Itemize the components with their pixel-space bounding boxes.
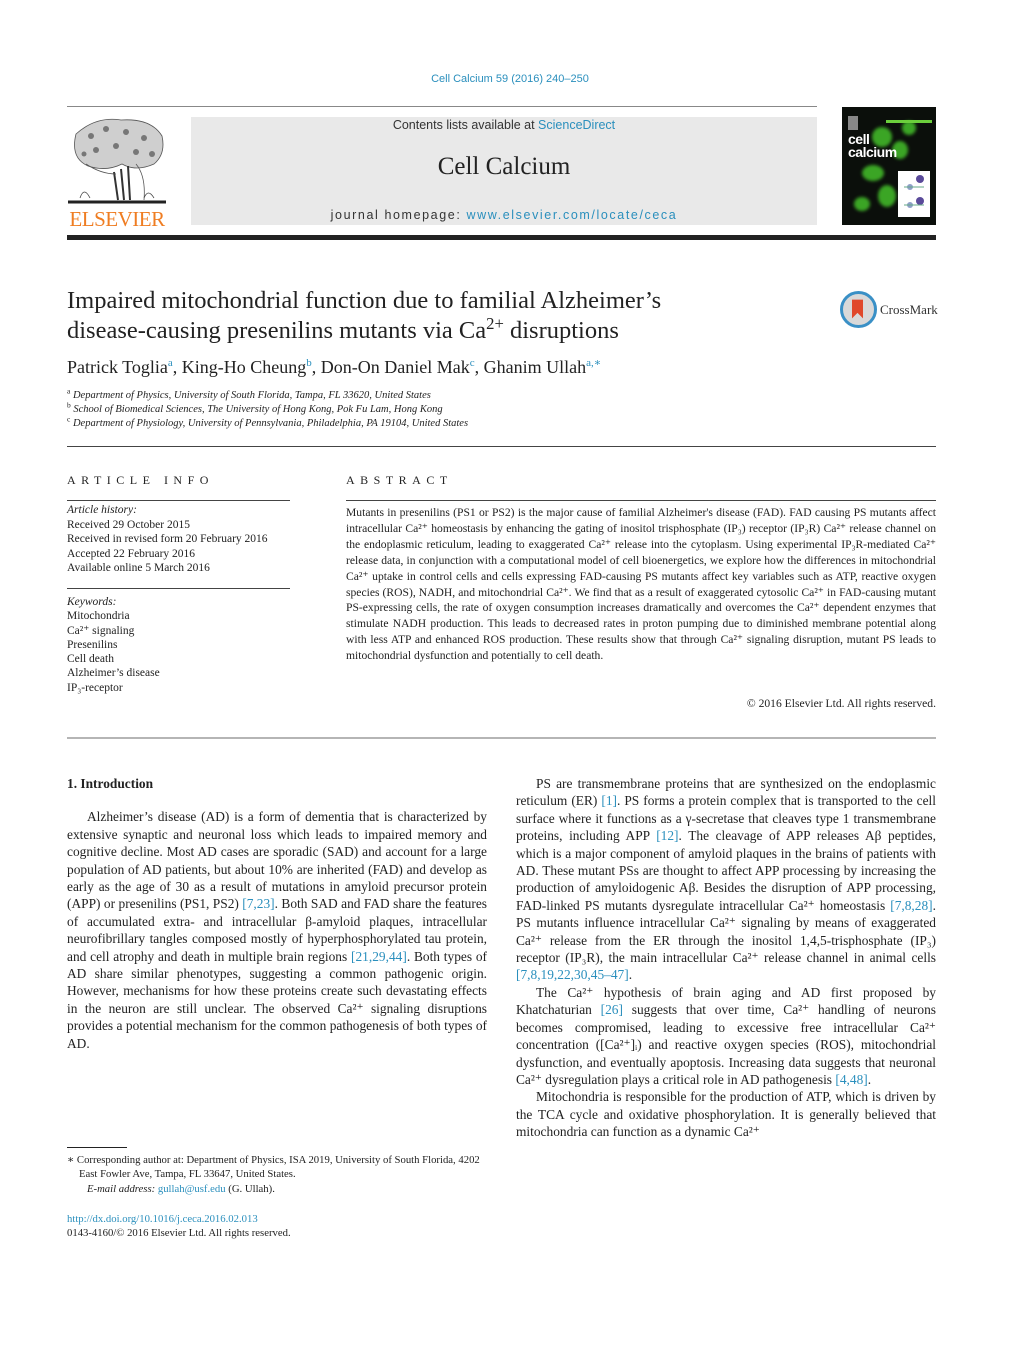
elsevier-logo[interactable]: ELSEVIER <box>66 114 168 231</box>
citation-link[interactable]: [4,48] <box>835 1072 867 1087</box>
journal-citation-link[interactable]: Cell Calcium 59 (2016) 240–250 <box>0 73 1020 85</box>
citation-link[interactable]: [26] <box>601 1002 623 1017</box>
cover-blob <box>862 165 884 181</box>
email-suffix: (G. Ullah). <box>225 1182 275 1195</box>
cover-blob <box>878 185 896 207</box>
article-history: Article history: Received 29 October 201… <box>67 503 268 576</box>
citation-link[interactable]: [21,29,44] <box>351 949 407 964</box>
text-run: . <box>628 967 633 983</box>
author-separator: , <box>474 357 484 377</box>
crossmark-label: CrossMark <box>880 302 938 317</box>
affiliation: c Department of Physiology, University o… <box>67 414 469 429</box>
body-column-left: 1. Introduction Alzheimer’s disease (AD)… <box>67 775 487 1052</box>
title-block-rule <box>67 446 936 447</box>
keyword: IP₃-receptor <box>67 681 123 694</box>
citation-link[interactable]: [12] <box>656 828 678 843</box>
text-run: Mitochondria is responsible for the prod… <box>516 1089 936 1140</box>
history-item: Received 29 October 2015 <box>67 518 190 531</box>
affiliations: a Department of Physics, University of S… <box>67 386 469 431</box>
email-link[interactable]: gullah@usf.edu <box>158 1183 226 1195</box>
homepage-line: journal homepage: www.elsevier.com/locat… <box>191 208 817 222</box>
title-line2-sup: 2+ <box>486 313 504 333</box>
corresponding-author-note: ∗ Corresponding author at: Department of… <box>67 1154 480 1181</box>
cover-title: cell calcium <box>848 132 897 160</box>
abstract-copyright: © 2016 Elsevier Ltd. All rights reserved… <box>746 697 936 710</box>
article-info-heading: ARTICLE INFO <box>67 473 214 487</box>
abstract-text: Mutants in presenilins (PS1 or PS2) is t… <box>346 506 936 663</box>
title-line1: Impaired mitochondrial function due to f… <box>67 287 662 314</box>
title-line2-post: disruptions <box>503 317 619 344</box>
author[interactable]: Don-On Daniel Makc <box>321 357 475 377</box>
email-line: E-mail address: gullah@usf.edu (G. Ullah… <box>67 1182 487 1196</box>
crossmark-badge[interactable]: CrossMark <box>840 291 940 329</box>
email-label: E-mail address: <box>87 1182 158 1195</box>
article-title: Impaired mitochondrial function due to f… <box>67 286 767 346</box>
author[interactable]: Ghanim Ullaha,∗ <box>484 357 602 377</box>
masthead-thick-rule <box>67 235 936 240</box>
title-line2-pre: disease-causing presenilins mutants via … <box>67 317 487 344</box>
cover-bar <box>886 120 932 123</box>
elsevier-tree-icon <box>68 118 166 204</box>
history-item: Available online 5 March 2016 <box>67 562 210 574</box>
body-paragraph: Alzheimer’s disease (AD) is a form of de… <box>67 808 487 1052</box>
contents-prefix: Contents lists available at <box>392 118 539 132</box>
author[interactable]: Patrick Togliaa <box>67 357 173 377</box>
body-paragraph: Mitochondria is responsible for the prod… <box>516 1088 936 1140</box>
author[interactable]: King-Ho Cheungb <box>182 357 312 377</box>
cover-publisher-logo <box>848 116 858 130</box>
abstract-bottom-rule <box>67 737 936 739</box>
header-rule <box>67 106 817 107</box>
text-run: . <box>867 1071 872 1087</box>
cover-title-line2: calcium <box>848 144 897 160</box>
corresponding-author-footnote: ∗ Corresponding author at: Department of… <box>67 1153 487 1196</box>
journal-cover-image[interactable]: cell calcium <box>842 107 936 225</box>
history-item: Received in revised form 20 February 201… <box>67 533 268 545</box>
cover-blob <box>854 197 870 211</box>
homepage-prefix: journal homepage: <box>330 208 467 222</box>
cover-blob <box>902 121 916 135</box>
body-column-right: PS are transmembrane proteins that are s… <box>516 775 936 1141</box>
keywords-rule <box>67 588 290 589</box>
keyword: Mitochondria <box>67 610 130 623</box>
doi-link[interactable]: http://dx.doi.org/10.1016/j.ceca.2016.02… <box>67 1212 291 1226</box>
author-separator: , <box>172 357 182 377</box>
journal-masthead: Contents lists available at ScienceDirec… <box>191 117 817 225</box>
article-info-rule <box>67 500 290 501</box>
body-paragraph: The Ca²⁺ hypothesis of brain aging and A… <box>516 984 936 1088</box>
keyword: Ca²⁺ signaling <box>67 624 135 637</box>
affiliation: a Department of Physics, University of S… <box>67 386 431 401</box>
abstract-rule <box>346 500 936 501</box>
keywords-label: Keywords: <box>67 596 117 608</box>
citation-link[interactable]: [7,8,19,22,30,45–47] <box>516 967 629 982</box>
keyword: Cell death <box>67 653 114 666</box>
citation-link[interactable]: [1] <box>601 793 617 808</box>
keyword: Alzheimer’s disease <box>67 667 160 680</box>
citation-link[interactable]: [7,23] <box>242 896 274 911</box>
keyword: Presenilins <box>67 638 118 651</box>
abstract-heading: ABSTRACT <box>346 473 453 487</box>
contents-line: Contents lists available at ScienceDirec… <box>191 118 817 132</box>
body-paragraph: PS are transmembrane proteins that are s… <box>516 775 936 984</box>
crossmark-ribbon-icon <box>852 299 863 319</box>
doi-block: http://dx.doi.org/10.1016/j.ceca.2016.02… <box>67 1212 291 1241</box>
sciencedirect-link[interactable]: ScienceDirect <box>538 118 615 132</box>
author-list: Patrick Togliaa, King-Ho Cheungb, Don-On… <box>67 357 601 378</box>
footnote-rule <box>67 1147 127 1148</box>
keywords: Keywords: Mitochondria Ca²⁺ signaling Pr… <box>67 595 160 695</box>
citation-link[interactable]: [7,8,28] <box>890 898 932 913</box>
left-paragraphs: Alzheimer’s disease (AD) is a form of de… <box>67 808 487 1052</box>
affiliation: b School of Biomedical Sciences, The Uni… <box>67 400 443 415</box>
history-item: Accepted 22 February 2016 <box>67 547 196 560</box>
elsevier-wordmark: ELSEVIER <box>69 207 165 231</box>
journal-name: Cell Calcium <box>437 153 571 180</box>
author-separator: , <box>311 357 321 377</box>
right-paragraphs: PS are transmembrane proteins that are s… <box>516 775 936 1141</box>
journal-homepage-link[interactable]: www.elsevier.com/locate/ceca <box>466 208 677 222</box>
issn-copyright: 0143-4160/© 2016 Elsevier Ltd. All right… <box>67 1227 291 1240</box>
history-label: Article history: <box>67 504 137 516</box>
section-heading: 1. Introduction <box>67 776 154 791</box>
cover-inset-figure <box>898 171 930 217</box>
